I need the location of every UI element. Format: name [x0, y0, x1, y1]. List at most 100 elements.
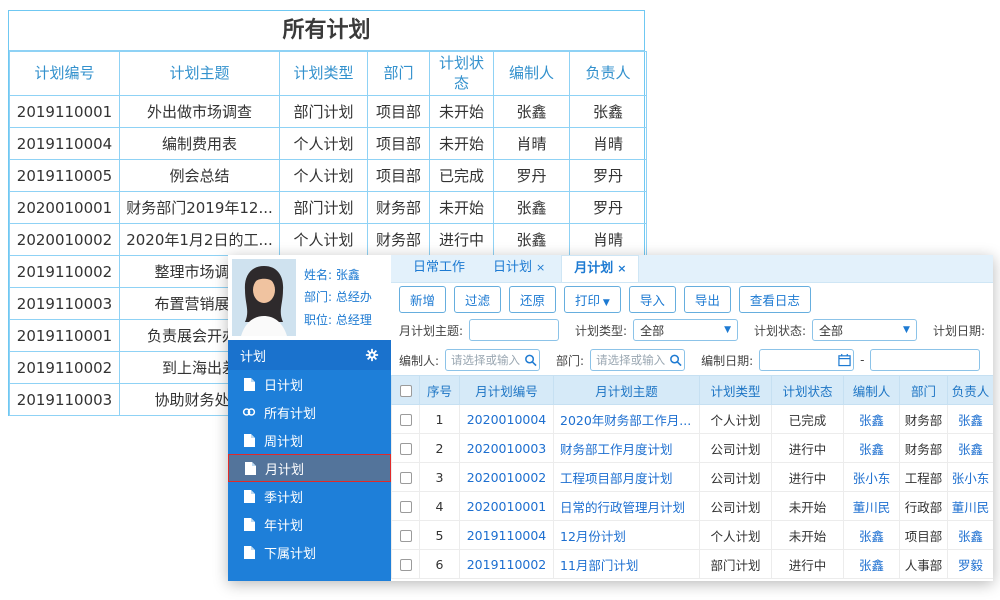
owner-link[interactable]: 张鑫 [958, 413, 983, 428]
sidebar-menu: 日计划所有计划周计划月计划季计划 年计划 下属计划 [228, 370, 391, 566]
compiler-link[interactable]: 董川民 [853, 500, 891, 515]
toolbar-button-restore[interactable]: 还原 [509, 285, 557, 313]
toolbar-button-filter[interactable]: 过滤 [454, 285, 502, 313]
sidebar-item-all-plans[interactable]: 所有计划 [228, 398, 391, 426]
compile-date-end-input[interactable] [870, 349, 981, 371]
all-plans-cell: 2020010001 [9, 191, 120, 224]
doc-icon [243, 461, 257, 475]
toolbar-button-export[interactable]: 导出 [683, 285, 731, 313]
plan-subject-link[interactable]: 11月部门计划 [560, 558, 638, 573]
toolbar-button-add[interactable]: 新增 [399, 285, 447, 313]
plan-subject-link[interactable]: 工程项目部月度计划 [560, 471, 673, 486]
sidebar-item-subordinate-plans[interactable]: 下属计划 [228, 538, 391, 566]
compiler-link-cell: 张鑫 [843, 404, 900, 434]
row-checkbox[interactable] [399, 472, 412, 484]
subject-filter-input[interactable] [469, 319, 560, 341]
sidebar-item-yearly-plan[interactable]: 年计划 [228, 510, 391, 538]
calendar-icon[interactable] [838, 353, 851, 367]
profile-info: 姓名: 张鑫 部门: 总经办 职位: 总经理 [304, 264, 372, 331]
tab-daily-plan[interactable]: 日计划 × [481, 255, 557, 282]
seq-number: 1 [419, 404, 460, 434]
row-checkbox[interactable] [399, 559, 412, 571]
plan-number-link-cell: 2019110002 [459, 549, 554, 579]
plan-subject-link[interactable]: 日常的行政管理月计划 [560, 500, 685, 515]
compiler-link[interactable]: 张鑫 [859, 558, 884, 573]
compiler-link[interactable]: 张小东 [853, 471, 891, 486]
search-icon[interactable] [669, 354, 682, 367]
plan-number-link[interactable]: 2019110004 [467, 528, 547, 543]
plan-number-link[interactable]: 2020010001 [467, 499, 547, 514]
plan-type: 个人计划 [699, 520, 772, 550]
plan-subject-link[interactable]: 财务部工作月度计划 [560, 442, 673, 457]
plan-number-link[interactable]: 2019110002 [467, 557, 547, 572]
month-plan-window: 姓名: 张鑫 部门: 总经办 职位: 总经理 计划 日计划 所有计划 周计划 月… [228, 255, 993, 581]
sidebar-item-label: 月计划 [265, 462, 305, 478]
filter-row-1: 月计划主题: 计划类型: 全部 ▼ 计划状态: 全部 ▼ 计划日期: [391, 315, 993, 345]
plan-subject-link[interactable]: 2020年财务部工作月... [560, 413, 691, 428]
plan-type: 个人计划 [699, 404, 772, 434]
owner-link[interactable]: 张小东 [952, 471, 990, 486]
checkbox-column-header [391, 375, 420, 405]
toolbar-button-import[interactable]: 导入 [628, 285, 676, 313]
plan-number-link[interactable]: 2020010003 [467, 441, 547, 456]
toolbar-button-print[interactable]: 打印 ▼ [564, 285, 621, 313]
checkbox-cell [391, 549, 420, 579]
doc-icon [242, 545, 256, 559]
tab-daily-work[interactable]: 日常工作 [401, 255, 477, 282]
owner-link[interactable]: 董川民 [952, 500, 990, 515]
sidebar-item-weekly-plan[interactable]: 周计划 [228, 426, 391, 454]
subject-filter-label: 月计划主题: [399, 323, 464, 338]
sidebar-item-quarterly-plan[interactable]: 季计划 [228, 482, 391, 510]
all-plans-cell: 项目部 [367, 127, 430, 160]
type-filter-select[interactable]: 全部 ▼ [633, 319, 738, 341]
plan-subject-link[interactable]: 12月份计划 [560, 529, 626, 544]
compiler-link[interactable]: 张鑫 [859, 442, 884, 457]
month-grid-row: 5 2019110004 12月份计划 个人计划 未开始 张鑫 项目部 张鑫 [391, 520, 993, 550]
all-plans-column-header: 部门 [367, 51, 430, 96]
all-plans-cell: 2019110002 [9, 255, 120, 288]
owner-link[interactable]: 罗毅 [958, 558, 983, 573]
month-grid-column-header: 月计划主题 [553, 375, 700, 405]
doc-icon [242, 489, 256, 503]
owner-link[interactable]: 张鑫 [958, 442, 983, 457]
toolbar-button-view-log[interactable]: 查看日志 [738, 285, 811, 313]
doc-icon [242, 433, 256, 447]
all-plans-cell: 个人计划 [279, 127, 368, 160]
seq-number: 4 [419, 491, 460, 521]
plan-date-filter-label: 计划日期: [932, 323, 985, 338]
plan-status: 进行中 [771, 549, 844, 579]
owner-link[interactable]: 张鑫 [958, 529, 983, 544]
compiler-link[interactable]: 张鑫 [859, 413, 884, 428]
row-checkbox[interactable] [399, 501, 412, 513]
row-checkbox[interactable] [399, 530, 412, 542]
compiler-filter-label: 编制人: [399, 353, 440, 368]
compile-date-start-field [759, 349, 855, 371]
status-filter-select[interactable]: 全部 ▼ [812, 319, 917, 341]
all-plans-cell: 部门计划 [279, 95, 368, 128]
all-plans-column-header: 编制人 [493, 51, 570, 96]
row-checkbox[interactable] [399, 443, 412, 455]
sidebar-header: 计划 [228, 340, 391, 370]
sidebar-item-monthly-plan[interactable]: 月计划 [228, 454, 391, 482]
tab-monthly-plan[interactable]: 月计划 × [561, 255, 640, 282]
all-plans-cell: 罗丹 [569, 191, 647, 224]
search-icon[interactable] [524, 354, 537, 367]
compiler-link[interactable]: 张鑫 [859, 529, 884, 544]
plan-status: 已完成 [771, 404, 844, 434]
plan-type: 公司计划 [699, 433, 772, 463]
close-icon[interactable]: × [536, 261, 545, 274]
gear-icon[interactable] [365, 348, 379, 362]
select-all-checkbox[interactable] [399, 385, 412, 397]
tab-bar: 日常工作 日计划 × 月计划 × [391, 255, 993, 283]
sidebar-item-label: 所有计划 [264, 406, 317, 422]
plan-number-link[interactable]: 2020010004 [467, 412, 547, 427]
close-icon[interactable]: × [617, 262, 626, 275]
sidebar-item-daily-plan[interactable]: 日计划 [228, 370, 391, 398]
row-checkbox[interactable] [399, 414, 412, 426]
plan-status: 进行中 [771, 433, 844, 463]
all-plans-column-header: 负责人 [569, 51, 647, 96]
plan-number-link[interactable]: 2020010002 [467, 470, 547, 485]
compiler-link-cell: 张鑫 [843, 520, 900, 550]
all-plans-cell: 财务部门2019年12... [119, 191, 280, 224]
doc-icon [242, 377, 256, 391]
